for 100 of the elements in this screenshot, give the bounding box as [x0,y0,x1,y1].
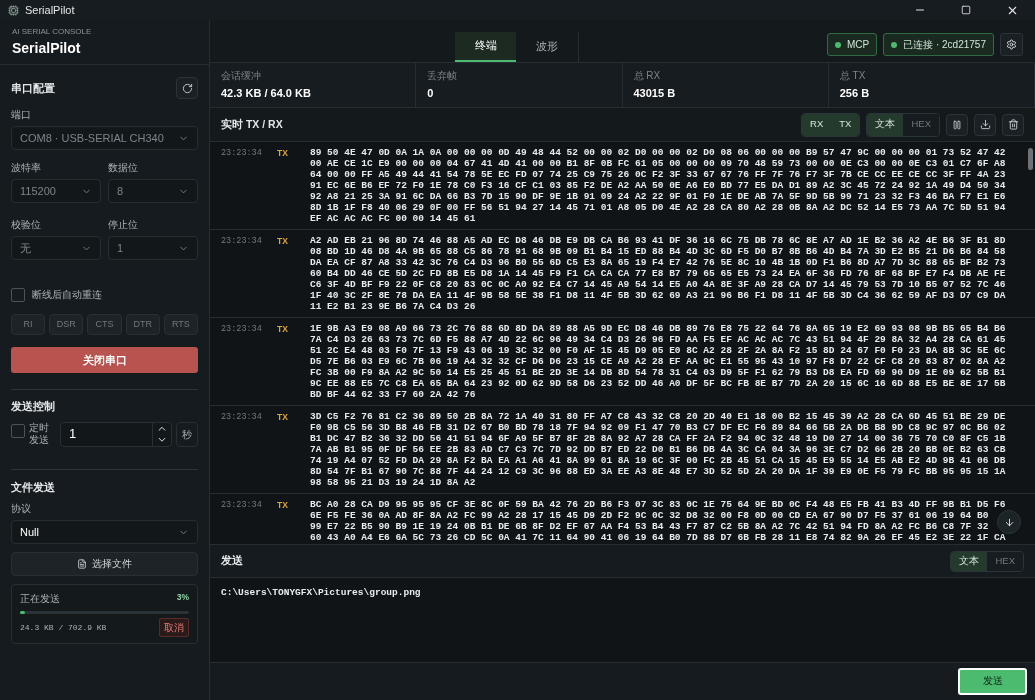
hex-line: EF AC AC AC FC 00 00 14 45 61 [310,213,477,224]
toggle-button[interactable]: RX [802,113,832,136]
panel-title: 发送 [221,553,243,569]
maximize-icon [961,5,971,15]
hex-line: 99 E7 22 B5 90 B9 1E 19 24 0B B1 DE 6B 8F D2 EF 67 AA F4 53 B4 43 F7 87 C2 5B 8A A2 7C 42 51 94 FD 8A A2 FC B6 C8 7F 32 [310,521,990,532]
download-button[interactable] [974,113,996,136]
settings-icon [1006,39,1017,50]
send-input[interactable]: C:\Users\TONYGFX\Pictures\group.png [210,578,1035,662]
section-heading: 发送控制 [11,399,56,414]
tab[interactable]: 终端 [455,32,516,62]
hex-line: 60 B4 DD 46 CE 5D 2C FD 8B E5 D8 1A 14 45 F9 F1 CA CA CA 77 E8 B7 79 65 65 E5 73 24 EA 6F 36 FD 76 8F 68 BF E7 F4 DB AE FE [310,268,1006,279]
pause-icon [952,119,962,130]
toggle-button[interactable]: 文本 [951,551,988,571]
signal-button[interactable]: RTS [163,314,198,335]
tab[interactable]: 波形 [516,32,577,62]
refresh-icon [181,82,193,94]
stat-label: 总 TX [839,69,867,84]
hex-line: BD BF 44 62 33 F7 60 2A 42 76 [310,389,477,400]
stat-label: 会话缓冲 [221,69,262,84]
hex-line: 60 43 A0 A4 E6 6A 5C 73 26 CD 5C 0A 41 7C 11 64 90 41 06 19 64 B0 7D 88 D7 6B FB 28 11 E8 74 82 9A 26 EF 45 E2 3E 22 1F CA [310,532,1006,543]
hex-line: 1E 9B A3 E9 08 A9 66 73 2C 76 88 6D 8D DA 89 88 A5 9D EC D8 46 DB 89 76 E8 75 22 64 76 8A 65 19 E2 69 93 08 9B B5 65 B4 B6 [310,323,1006,334]
scrollbar-thumb [1028,148,1033,170]
toggle-button[interactable]: TX [831,113,860,136]
progress-label: 正在发送 [20,592,60,606]
file-icon [77,559,87,569]
close-port-button[interactable]: 关闭串口 [11,347,198,373]
hex-line: 91 EC 6E B6 EF 72 F0 1E 78 C0 F3 16 CF C1 03 85 F2 DE A2 AA 50 0E A6 E0 BD 77 E5 DA D1 89 A2 3C 45 72 24 92 1A 49 D4 50 34 [310,180,1006,191]
hex-line: 74 19 A4 07 52 FD DA 29 8A F2 BA EA A1 A6 41 8A 99 01 8A 19 6C 3F 00 FC 2B 45 51 CA 15 45 E9 55 14 E5 AB E2 4D 9B 41 06 DB [310,455,1006,466]
hex-line: 7A C4 D3 26 63 73 7C 6D F5 88 A7 4D 22 6C 96 49 34 C4 D3 26 96 FD AA F5 EF AC AC AC 7C 43 51 94 4F 29 8A 32 A4 28 CA 61 45 [310,334,1006,345]
hex-line: 98 58 95 21 D3 19 24 1D 8A A2 [310,477,477,488]
timestamp: 23:23:34 [221,235,263,248]
direction-label: TX [277,499,289,512]
field-label: 端口 [11,108,32,122]
toggle-button[interactable]: 文本 [867,113,904,136]
interval-field[interactable]: 1 [60,421,172,447]
hex-line: DA EA CF 87 A8 33 42 3C 76 C4 D3 96 B0 55 6D C5 E3 8A 65 19 F4 E7 42 76 5E 8C 10 4B 1B 0D F1 B6 8D A7 7D 3C 88 65 BF B2 73 [310,257,1006,268]
hex-line: 89 50 4E 47 0D 0A 1A 0A 00 00 00 0D 49 48 44 52 00 00 02 D0 00 00 02 D0 08 06 00 00 00 B9 57 47 9C 00 00 00 01 73 52 47 42 [310,147,1006,158]
timestamp: 23:23:34 [221,411,263,424]
window-title: SerialPilot [25,2,75,18]
timestamp: 23:23:34 [221,499,263,512]
choose-file-button[interactable]: 选择文件 [11,552,198,576]
timestamp: 23:23:34 [221,147,263,160]
direction-label: TX [277,411,289,424]
stat-label: 丢弃帧 [427,69,459,84]
settings-button[interactable] [1000,33,1023,56]
field-label: 校验位 [11,218,42,232]
stat-value: 0 [427,86,435,102]
hex-line: 11 E2 B1 23 9E B6 7A C4 D3 26 [310,301,477,312]
signal-button[interactable]: CTS [87,314,122,335]
timestamp: 23:23:34 [221,323,263,336]
section-heading: 串口配置 [11,80,55,96]
stat-value: 42.3 KB / 64.0 KB [221,86,312,102]
stat-value: 43015 B [633,86,677,102]
hex-line: 6E F5 FE 36 0A AD 8F 8A A2 FC 99 A2 28 17 15 45 D9 2D F2 9C 0C 32 D8 32 00 F8 0D 00 CD EA 67 90 D7 F5 37 61 06 19 64 B0 [310,510,990,521]
refresh-button[interactable] [176,77,198,99]
hex-line: 7A AB B1 95 0F DF 56 EE 2B 83 AD C7 C3 7C 7D 92 DD B7 ED 22 D0 B1 B6 DB 4A 3C CA 04 3A 96 3E C7 D2 66 2B 20 BB 0E B2 63 CB [310,444,1006,455]
hex-line: 51 2C E4 48 03 F0 7F 13 F9 43 06 19 3C 32 00 F0 AF 15 45 D9 05 E0 8C A2 28 2F 2A 8A F2 15 8D 24 67 F0 F0 23 DA 8B 3C 5E 6C [310,345,1006,356]
panel-title: 实时 TX / RX [221,116,283,132]
hex-line: 64 00 00 FF A5 49 44 41 54 78 5E EC FD 07 74 25 C9 75 26 0C F2 3F 33 67 67 76 FF 7F 76 F7 3F 7B CE CC EE CE CC 3F FF 4A 23 [310,169,1006,180]
field-label: 协议 [11,502,32,516]
status-badge: MCP [826,33,878,56]
direction-label: TX [277,323,289,336]
field-label: 波特率 [11,161,42,175]
hex-line: BC A0 28 CA D9 95 95 95 CF 3E 8C 0F 59 BA 42 76 2D B6 F3 07 3C 83 0C 1E 75 64 9E BD 0C F4 48 E5 FB 41 B3 4D FF 9B B1 D5 F6 [310,499,1006,510]
stat-label: 总 RX [633,69,662,84]
hex-line: D5 7E B6 03 E9 6C 7B 06 19 A4 32 32 CF D6 D6 23 15 CE A9 A2 28 EF AA 9C E1 55 95 43 10 97 F8 D7 22 CF C8 20 83 87 02 8A A2 [310,356,1006,367]
signal-button[interactable]: RI [11,314,46,335]
send-button[interactable]: 发送 [958,668,1027,695]
direction-label: TX [277,235,289,248]
signal-button[interactable]: DTR [125,314,160,335]
hex-line: 8D 1B 1F F8 40 06 29 0F 00 FF 56 51 94 27 14 45 71 01 A8 05 D0 4E A2 28 CA 80 A2 28 0B 8A A2 DC 52 14 E5 73 AA 7C 5D 51 94 [310,202,1006,213]
field-label: 数据位 [108,161,139,175]
protocol-select[interactable]: Null [11,520,198,544]
checkbox[interactable] [11,423,25,438]
signal-button[interactable]: DSR [49,314,84,335]
hex-line: C6 3F 4D BF F9 22 0F C8 20 83 0C 0C A0 92 E4 C7 14 45 A9 54 14 E5 A0 4A 8E 3F A9 28 CA D7 14 45 79 53 7D 10 B5 07 52 7C 46 [310,279,1006,290]
hex-line: 1F 40 3C 2F 8E 78 DA EA 11 4F 9B 58 5E 38 F1 D8 11 4F 5B 3D 62 69 A3 21 96 B6 F1 D8 11 4F 5B 3D C4 36 62 59 AF D3 D7 C9 DA [310,290,1006,301]
hex-line: 9C EE 88 E5 7C C8 EA 65 BA 64 23 92 0D 62 9D 58 D6 23 52 DD 46 A0 DF 5F BC FB 8E B7 7D 2A 20 15 6C 16 6D 88 E5 BE 8E 17 5B [310,378,1006,389]
trash-button[interactable] [1002,113,1024,136]
progress-size: 24.3 KB / 702.9 KB [20,621,107,634]
field-label: 停止位 [108,218,139,232]
hex-line: 3D C5 F2 76 81 C2 36 89 50 2B 8A 72 1A 40 31 80 FF A7 C8 43 32 C8 20 2D 40 E1 18 00 B2 15 45 39 A2 28 CA 6D 45 51 BE 29 DE [310,411,1006,422]
hex-line: 08 BD 1D 46 D8 4A 9B 65 88 C5 86 78 91 68 9B 09 B1 B4 15 ED 88 B4 4D 3C 6D F5 D0 B7 8B B6 4D B4 7A 3D E2 B5 21 D6 B6 84 58 [310,246,1006,257]
hex-line: 00 AE CE 1C E9 00 00 00 04 67 41 4D 41 00 00 B1 8F 0B FC 61 05 00 00 00 09 70 48 59 73 00 00 0E C3 00 00 0E C3 01 C7 6F A8 [310,158,1006,169]
hex-line: F0 9B C5 56 3D B8 46 FB 31 D2 67 B0 BD 78 18 7F 94 92 09 F1 47 70 B3 C7 DF EC F6 89 84 66 5B 2A DB B8 9D C8 9C 97 0C B6 02 [310,422,1006,433]
arrow-down-icon [1003,516,1015,528]
direction-label: TX [277,147,289,160]
hex-line: B1 DC 47 B2 36 32 DD 56 41 51 94 6F A9 5F B7 8F 2B 8A 92 A7 28 CA FF 2A F2 94 0C 32 48 19 D0 27 14 00 36 75 70 C0 8F C5 1B [310,433,1006,444]
hex-line: FC 3B 00 F9 8A A2 9C 50 14 E5 25 45 51 BE 2D 3E 14 DB 8D 54 78 31 C4 03 D9 5F F1 62 79 B3 D8 EA FD 69 90 D9 1E 09 62 5B B1 [310,367,1006,378]
scroll-down-button[interactable] [997,510,1021,534]
checkbox-label: 定时发送 [29,421,50,446]
trash-icon [1007,119,1019,130]
checkbox[interactable] [11,287,25,302]
pause-button[interactable] [946,113,968,136]
unit-label: 秒 [176,421,198,447]
hex-line: 92 A8 21 25 3A 91 6C DA 66 B3 7D 15 90 DF 9E 1B 91 09 24 A2 22 9F 01 F0 1E DE AB 7A 5F 9D 5B 99 71 23 32 F3 46 BA F7 E1 E6 [310,191,1006,202]
hex-line: 8D 54 7F B1 67 90 7C 88 7F 44 24 12 C9 3C 96 88 ED 3A EE A3 8E 48 E7 3D 52 5D 2A 20 DA 1F 39 E9 0E F5 79 FC BB 95 95 15 1A [310,466,1006,477]
app-title: SerialPilot [12,38,82,58]
cancel-button[interactable]: 取消 [159,618,189,637]
download-icon [979,119,991,130]
